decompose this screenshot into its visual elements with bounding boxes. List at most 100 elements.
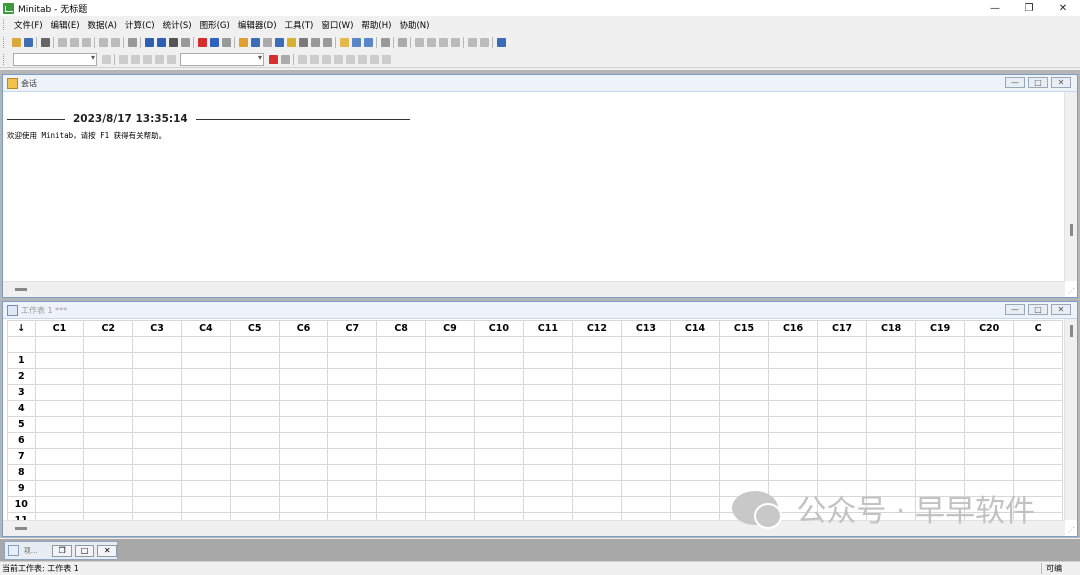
grid-cell[interactable] (376, 480, 427, 497)
toolbar-grip[interactable] (3, 53, 6, 65)
menu-item-0[interactable]: 文件(F) (10, 19, 47, 31)
grid-cell[interactable] (718, 384, 770, 401)
grid-cell[interactable] (425, 448, 475, 465)
grid-cell[interactable] (34, 448, 85, 465)
graphs-icon[interactable] (262, 37, 272, 47)
grid-cell[interactable] (620, 480, 671, 497)
column-header[interactable]: C11 (522, 320, 573, 337)
grid-cell[interactable] (620, 448, 671, 465)
column-header[interactable]: C8 (376, 320, 427, 337)
grid-cell[interactable] (376, 512, 427, 520)
arrow-up-icon[interactable] (144, 37, 154, 47)
grid-cell[interactable] (327, 432, 378, 449)
grid-cell[interactable] (327, 336, 378, 353)
grid-cell[interactable] (620, 464, 671, 481)
grid-cell[interactable] (473, 400, 524, 417)
row-header[interactable] (7, 336, 36, 353)
find-next-icon[interactable] (180, 37, 190, 47)
row-header[interactable]: 9 (7, 480, 36, 497)
grid-cell[interactable] (425, 416, 475, 433)
grid-cell[interactable] (817, 400, 868, 417)
grid-cell[interactable] (376, 464, 427, 481)
arrow-down-icon[interactable] (156, 37, 166, 47)
grid-cell[interactable] (132, 512, 182, 520)
grid-cell[interactable] (83, 336, 134, 353)
grid-cell[interactable] (768, 352, 819, 369)
session-maximize-button[interactable]: □ (1028, 77, 1048, 88)
undo-icon[interactable] (98, 37, 108, 47)
minimized-close-button[interactable]: ✕ (97, 544, 117, 557)
grid-cell[interactable] (376, 448, 427, 465)
grid-cell[interactable] (718, 464, 770, 481)
grid-cell[interactable] (522, 368, 573, 385)
grid-cell[interactable] (817, 464, 868, 481)
columns-icon[interactable] (351, 37, 361, 47)
grid-cell[interactable] (620, 352, 671, 369)
grid-cell[interactable] (620, 416, 671, 433)
grid-cell[interactable] (571, 352, 622, 369)
grid-cell[interactable] (180, 496, 231, 513)
grid-cell[interactable] (768, 448, 819, 465)
grid-cell[interactable] (522, 480, 573, 497)
scroll-thumb[interactable] (1070, 224, 1073, 236)
insert-columns-icon[interactable] (438, 37, 448, 47)
marker-tool-icon[interactable] (357, 54, 367, 64)
grid-cell[interactable] (229, 336, 280, 353)
grid-cell[interactable] (718, 432, 770, 449)
grid-cell[interactable] (866, 336, 917, 353)
grid-cell[interactable] (473, 352, 524, 369)
worksheet-minimize-button[interactable]: — (1005, 304, 1025, 315)
grid-cell[interactable] (718, 368, 770, 385)
grid-cell[interactable] (83, 448, 134, 465)
grid-cell[interactable] (473, 416, 524, 433)
jitter-icon[interactable] (166, 54, 176, 64)
grid-cell[interactable] (669, 480, 721, 497)
grid-cell[interactable] (34, 496, 85, 513)
column-header[interactable]: C9 (425, 320, 475, 337)
copy-icon[interactable] (69, 37, 79, 47)
grid-cell[interactable] (376, 352, 427, 369)
grid-cell[interactable] (229, 464, 280, 481)
grid-cell[interactable] (669, 384, 721, 401)
grid-cell[interactable] (768, 368, 819, 385)
grid-cell[interactable] (1013, 432, 1063, 449)
grid-cell[interactable] (964, 368, 1015, 385)
grid-cell[interactable] (669, 368, 721, 385)
column-header[interactable]: C20 (964, 320, 1015, 337)
grid-cell[interactable] (866, 448, 917, 465)
minimized-restore-button[interactable]: ❐ (52, 544, 72, 557)
grid-cell[interactable] (132, 448, 182, 465)
grid-cell[interactable] (915, 336, 966, 353)
grid-cell[interactable] (522, 352, 573, 369)
paste-icon[interactable] (81, 37, 91, 47)
formula-icon[interactable] (397, 37, 407, 47)
grid-cell[interactable] (278, 336, 329, 353)
grid-cell[interactable] (34, 400, 85, 417)
scroll-thumb[interactable] (15, 288, 27, 291)
grid-cell[interactable] (425, 480, 475, 497)
grid-cell[interactable] (768, 336, 819, 353)
row-header[interactable]: 6 (7, 432, 36, 449)
pointer-tool-icon[interactable] (297, 54, 307, 64)
grid-cell[interactable] (915, 464, 966, 481)
row-header[interactable]: 8 (7, 464, 36, 481)
grid-cell[interactable] (425, 368, 475, 385)
move-columns-icon[interactable] (450, 37, 460, 47)
grid-cell[interactable] (34, 336, 85, 353)
session-close-button[interactable]: ✕ (1051, 77, 1071, 88)
grid-cell[interactable] (180, 416, 231, 433)
grid-cell[interactable] (473, 464, 524, 481)
grid-cell[interactable] (522, 384, 573, 401)
grid-cell[interactable] (180, 352, 231, 369)
grid-cell[interactable] (180, 448, 231, 465)
grid-cell[interactable] (768, 384, 819, 401)
grid-cell[interactable] (571, 416, 622, 433)
report-icon[interactable] (298, 37, 308, 47)
worksheet-close-button[interactable]: ✕ (1051, 304, 1071, 315)
grid-cell[interactable] (915, 432, 966, 449)
grid-cell[interactable] (83, 368, 134, 385)
column-header[interactable]: C2 (83, 320, 134, 337)
grid-cell[interactable] (425, 464, 475, 481)
grid-cell[interactable] (571, 368, 622, 385)
grid-cell[interactable] (964, 464, 1015, 481)
